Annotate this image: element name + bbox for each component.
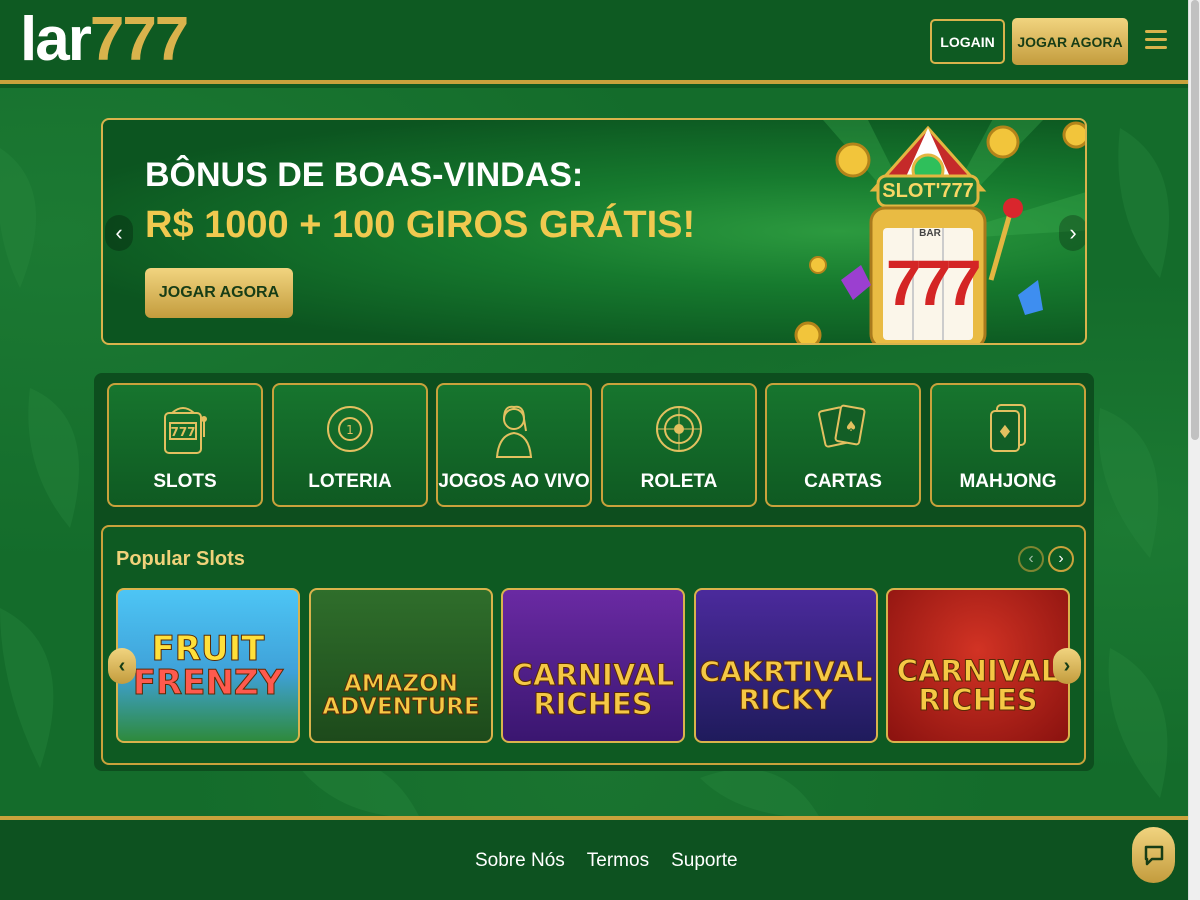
- logo-text: lar: [20, 5, 92, 74]
- live-dealer-icon: [495, 405, 533, 458]
- svg-text:777: 777: [170, 425, 195, 439]
- game-title: AMAZON ADVENTURE: [322, 670, 480, 720]
- category-label: SLOTS: [153, 471, 217, 492]
- chevron-left-icon: ‹: [118, 654, 126, 677]
- category-loteria[interactable]: 1 LOTERIA: [272, 383, 428, 507]
- banner-prev-button[interactable]: ‹: [105, 215, 133, 251]
- page-scrollbar[interactable]: [1188, 0, 1200, 900]
- chevron-right-icon: ›: [1063, 654, 1071, 677]
- chat-bubble-icon: [1144, 845, 1163, 866]
- category-label: CARTAS: [804, 471, 882, 492]
- reel-3: 7: [946, 247, 982, 319]
- svg-text:1: 1: [346, 423, 354, 437]
- category-mahjong[interactable]: ♦ MAHJONG: [930, 383, 1086, 507]
- game-title: CARNIVAL RICHES: [511, 657, 675, 721]
- slot-sign-text: SLOT'777: [882, 180, 974, 202]
- category-slots[interactable]: 777 SLOTS: [107, 383, 263, 507]
- svg-text:♠: ♠: [845, 419, 858, 435]
- footer-link-about[interactable]: Sobre Nós: [475, 850, 565, 872]
- site-header: lar777 LOGAIN JOGAR AGORA: [0, 0, 1188, 84]
- scrollbar-thumb[interactable]: [1191, 0, 1199, 440]
- hamburger-menu-icon[interactable]: [1145, 30, 1167, 52]
- slot-machine-icon: 777: [164, 407, 207, 454]
- reel-1: 7: [886, 247, 922, 319]
- login-button[interactable]: LOGAIN: [930, 19, 1005, 64]
- footer-link-support[interactable]: Suporte: [671, 850, 738, 872]
- site-logo[interactable]: lar777: [20, 5, 189, 74]
- banner-offer: R$ 1000 + 100 GIROS GRÁTIS!: [145, 204, 696, 246]
- banner-title: BÔNUS DE BOAS-VINDAS:: [145, 156, 584, 194]
- chevron-left-icon: ‹: [115, 220, 123, 245]
- game-card-cakrtival-ricky[interactable]: CAKRTIVAL RICKY: [694, 588, 878, 743]
- category-jogos-ao-vivo[interactable]: JOGOS AO VIVO: [436, 383, 592, 507]
- reel-2: 7: [916, 247, 952, 319]
- category-label: ROLETA: [640, 471, 718, 492]
- category-label: JOGOS AO VIVO: [438, 471, 590, 492]
- popular-next-button[interactable]: ›: [1048, 546, 1074, 572]
- welcome-bonus-banner: BÔNUS DE BOAS-VINDAS: R$ 1000 + 100 GIRO…: [101, 118, 1087, 345]
- section-title: Popular Slots: [116, 548, 245, 570]
- live-chat-button[interactable]: [1132, 827, 1175, 883]
- banner-next-button[interactable]: ›: [1059, 215, 1085, 251]
- game-title: FRUIT FRENZY: [132, 628, 284, 703]
- game-card-carnival-riches-2[interactable]: CARNIVAL RICHES: [886, 588, 1070, 743]
- category-roleta[interactable]: ROLETA: [601, 383, 757, 507]
- chevron-left-icon: ‹: [1028, 550, 1034, 567]
- chevron-right-icon: ›: [1058, 550, 1064, 567]
- chevron-right-icon: ›: [1069, 220, 1077, 245]
- mahjong-tile-icon: ♦: [990, 404, 1026, 452]
- category-label: MAHJONG: [959, 471, 1057, 492]
- footer-link-terms[interactable]: Termos: [587, 850, 649, 872]
- footer-links: Sobre Nós Termos Suporte: [475, 850, 738, 872]
- carousel-next-button[interactable]: ›: [1053, 648, 1081, 684]
- popular-prev-button[interactable]: ‹: [1018, 546, 1044, 572]
- reel-bar-label: BAR: [919, 228, 941, 239]
- game-card-carnival-riches[interactable]: CARNIVAL RICHES: [501, 588, 685, 743]
- playing-cards-icon: ♠: [818, 404, 866, 448]
- category-cartas[interactable]: ♠ CARTAS: [765, 383, 921, 507]
- game-title: CAKRTIVAL RICKY: [699, 654, 873, 716]
- carousel-prev-button[interactable]: ‹: [108, 648, 136, 684]
- game-title: CARNIVAL RICHES: [896, 653, 1060, 717]
- play-now-header-button[interactable]: JOGAR AGORA: [1012, 18, 1128, 65]
- banner-play-button[interactable]: JOGAR AGORA: [145, 268, 293, 318]
- roulette-icon: [656, 406, 702, 452]
- lottery-ball-icon: 1: [327, 406, 373, 452]
- svg-text:♦: ♦: [997, 422, 1013, 443]
- category-label: LOTERIA: [308, 471, 392, 492]
- game-card-fruit-frenzy[interactable]: FRUIT FRENZY: [116, 588, 300, 743]
- logo-number: 777: [89, 5, 189, 74]
- game-card-amazon-adventure[interactable]: AMAZON ADVENTURE: [309, 588, 493, 743]
